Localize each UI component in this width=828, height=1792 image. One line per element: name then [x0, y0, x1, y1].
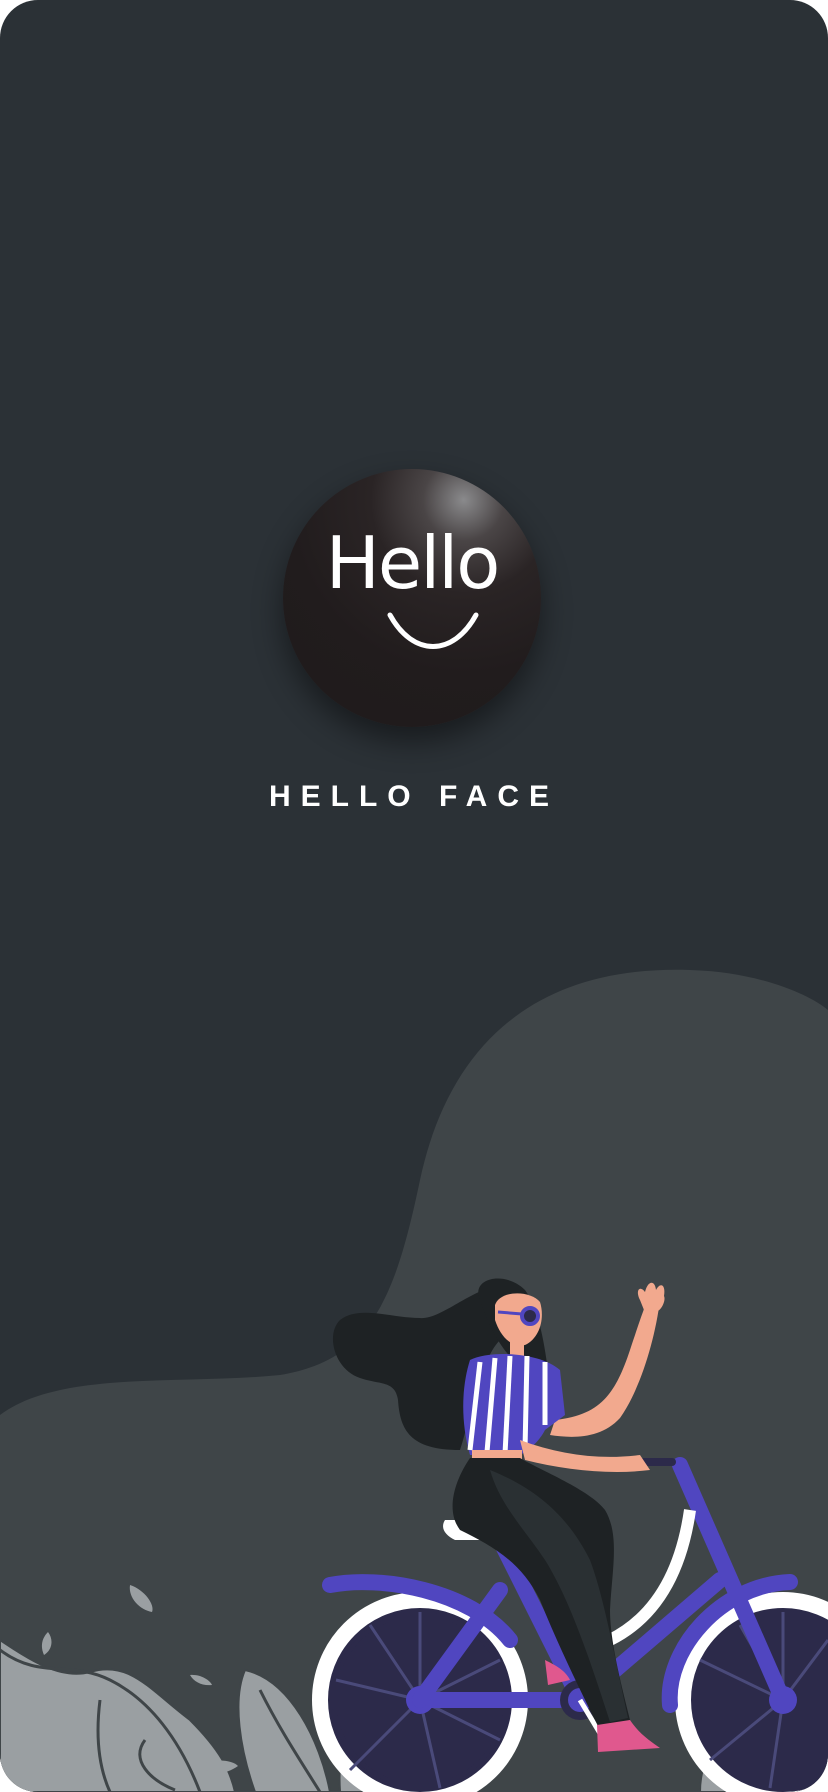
app-title: HELLO FACE	[268, 780, 559, 813]
cyclist-illustration-icon	[0, 969, 828, 1792]
splash-screen: Hello HELLO FACE	[0, 0, 828, 1792]
smile-icon	[387, 612, 479, 649]
logo-wordmark: Hello	[325, 521, 501, 605]
app-logo: Hello	[283, 469, 541, 727]
